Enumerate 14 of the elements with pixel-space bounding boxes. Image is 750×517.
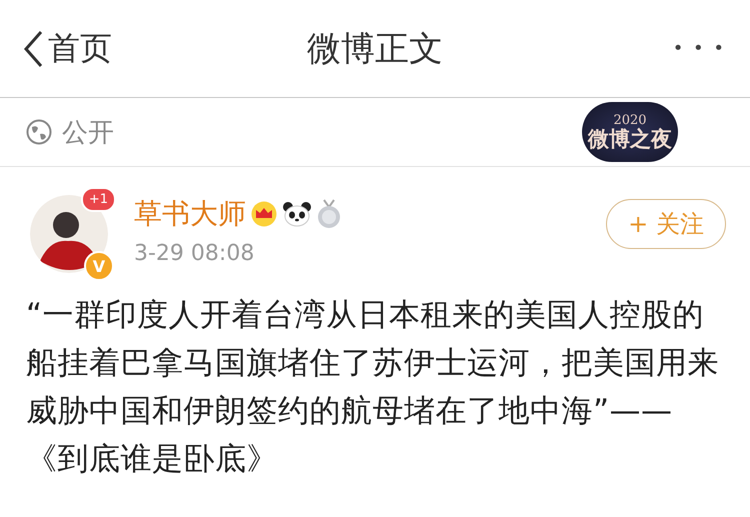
crown-icon	[250, 201, 278, 227]
medal-icon	[316, 199, 342, 229]
back-button[interactable]: 首页	[22, 26, 112, 70]
page-title: 微博正文	[307, 28, 443, 70]
panda-icon	[282, 201, 312, 227]
verified-badge: V	[84, 251, 114, 281]
event-logo: 2020 微博之夜	[582, 102, 678, 162]
notification-badge: +1	[80, 187, 116, 212]
post-text: “一群印度人开着台湾从日本租来的美国人控股的船挂着巴拿马国旗堵住了苏伊士运河，把美国用来威胁中国和伊朗签约的航母堵在了地中海”——《到底谁是卧底》	[26, 296, 720, 479]
back-icon	[22, 28, 44, 68]
post-time: 3-29 08:08	[134, 241, 256, 266]
visibility-label: 公开	[62, 116, 114, 150]
globe-icon	[26, 119, 52, 145]
more-button[interactable]: • • •	[672, 38, 726, 59]
